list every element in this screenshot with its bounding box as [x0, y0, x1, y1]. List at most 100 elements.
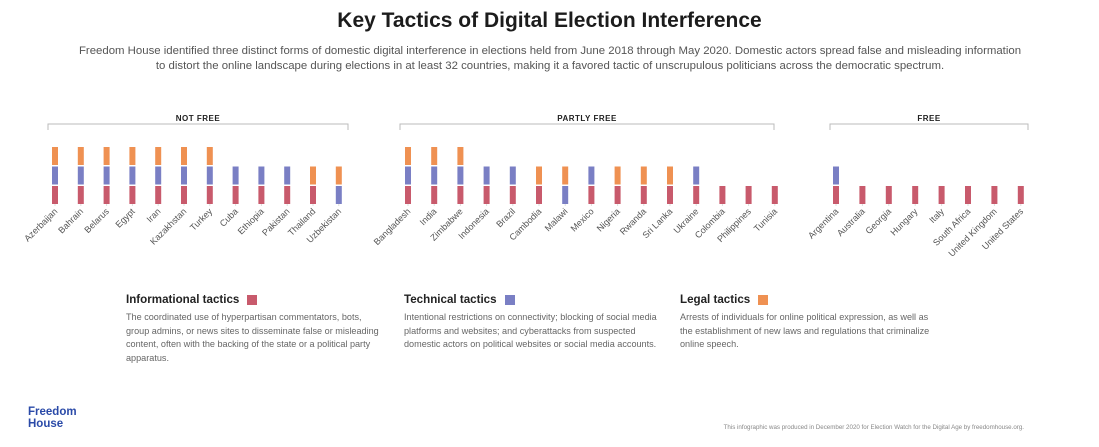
bar-azerbaijan-technical: [52, 166, 58, 185]
bar-egypt-legal: [129, 147, 136, 165]
country-label-turkey: Turkey: [188, 206, 215, 233]
bar-tunisia-informational: [771, 186, 778, 204]
bar-sri-lanka-legal: [667, 166, 673, 185]
freedom-house-logo[interactable]: Freedom House: [28, 406, 77, 430]
legend-technical: Technical tactics Intentional restrictio…: [404, 293, 659, 352]
bar-indonesia-informational: [483, 186, 490, 204]
bar-georgia-informational: [885, 186, 892, 204]
bar-belarus-technical: [103, 166, 110, 185]
bar-mexico-informational: [588, 186, 595, 204]
bar-pakistan-technical: [284, 166, 291, 185]
bar-argentina-technical: [833, 166, 839, 185]
group-label-free: FREE: [917, 114, 941, 123]
country-label-iran: Iran: [145, 206, 163, 224]
country-label-italy: Italy: [927, 206, 946, 225]
legend-legal-swatch: [758, 294, 769, 305]
bar-malawi-legal: [562, 166, 569, 185]
country-label-brazil: Brazil: [494, 206, 517, 229]
bar-colombia-informational: [719, 186, 726, 204]
bar-italy-informational: [938, 186, 945, 204]
bar-bangladesh-legal: [405, 147, 411, 165]
bar-argentina-informational: [833, 186, 839, 204]
bar-bangladesh-informational: [405, 186, 411, 204]
country-label-egypt: Egypt: [113, 206, 137, 230]
bar-azerbaijan-informational: [52, 186, 58, 204]
bar-kazakhstan-legal: [181, 147, 187, 165]
country-label-cuba: Cuba: [218, 206, 240, 228]
bar-kazakhstan-informational: [181, 186, 187, 204]
bar-hungary-informational: [912, 186, 919, 204]
bar-cambodia-legal: [536, 166, 542, 185]
bar-egypt-informational: [129, 186, 136, 204]
bar-bangladesh-technical: [405, 166, 411, 185]
bracket-free: [829, 123, 1029, 130]
legend-technical-swatch: [504, 294, 515, 305]
bar-cuba-technical: [232, 166, 239, 185]
bracket-not-free: [47, 123, 349, 130]
bar-nigeria-legal: [614, 166, 621, 185]
bar-turkey-technical: [206, 166, 213, 185]
group-label-not-free: NOT FREE: [176, 114, 221, 123]
bar-india-informational: [431, 186, 438, 204]
bar-ukraine-technical: [693, 166, 700, 185]
bar-egypt-technical: [129, 166, 136, 185]
bar-ethiopia-informational: [258, 186, 265, 204]
country-label-bangladesh: Bangladesh: [372, 206, 413, 247]
legend-technical-description: Intentional restrictions on connectivity…: [404, 312, 657, 349]
country-label-hungary: Hungary: [888, 206, 919, 237]
legend-informational-description: The coordinated use of hyperpartisan com…: [126, 312, 379, 363]
bar-rwanda-informational: [640, 186, 647, 204]
chart-title: Key Tactics of Digital Election Interfer…: [337, 9, 762, 32]
bar-iran-informational: [155, 186, 162, 204]
group-label-partly-free: PARTLY FREE: [557, 114, 617, 123]
bar-thailand-informational: [310, 186, 316, 204]
country-label-belarus: Belarus: [82, 206, 111, 235]
bar-uzbekistan-legal: [335, 166, 342, 185]
chart-subtitle: Freedom House identified three distinct …: [78, 45, 1022, 72]
bar-rwanda-legal: [640, 166, 647, 185]
bracket-partly-free: [399, 123, 775, 130]
bar-iran-legal: [155, 147, 162, 165]
bar-iran-technical: [155, 166, 162, 185]
bar-sri-lanka-informational: [667, 186, 673, 204]
country-label-malawi: Malawi: [543, 206, 570, 233]
bar-belarus-legal: [103, 147, 110, 165]
bar-ethiopia-technical: [258, 166, 265, 185]
bar-brazil-informational: [509, 186, 516, 204]
bar-bahrain-technical: [77, 166, 84, 185]
bar-zimbabwe-technical: [457, 166, 464, 185]
credit-text: This infographic was produced in Decembe…: [723, 424, 1024, 431]
bar-united-kingdom-informational: [991, 186, 998, 204]
bar-united-states-informational: [1017, 186, 1024, 204]
country-label-india: India: [418, 206, 439, 227]
legend-informational-swatch: [247, 294, 258, 305]
legend-legal: Legal tactics Arrests of individuals for…: [680, 293, 935, 352]
bar-philippines-informational: [745, 186, 752, 204]
legend-informational: Informational tactics The coordinated us…: [126, 293, 381, 365]
bar-indonesia-technical: [483, 166, 490, 185]
bar-india-technical: [431, 166, 438, 185]
bar-azerbaijan-legal: [52, 147, 58, 165]
country-label-bahrain: Bahrain: [56, 206, 85, 235]
logo-line-1: Freedom: [28, 406, 77, 418]
country-label-mexico: Mexico: [569, 206, 596, 233]
country-label-azerbaijan: Azerbaijan: [22, 206, 59, 243]
bar-cuba-informational: [232, 186, 239, 204]
bar-thailand-legal: [310, 166, 316, 185]
bar-bahrain-informational: [77, 186, 84, 204]
country-label-australia: Australia: [835, 206, 867, 238]
bar-zimbabwe-legal: [457, 147, 464, 165]
country-label-tunisia: Tunisia: [752, 206, 779, 233]
bar-bahrain-legal: [77, 147, 84, 165]
legend-legal-description: Arrests of individuals for online politi…: [680, 312, 930, 349]
bar-malawi-technical: [562, 186, 569, 204]
stacked-bar-chart: NOT FREE AzerbaijanBahrainBelarus Egypt Ira…: [22, 114, 1029, 259]
bar-uzbekistan-technical: [335, 186, 342, 204]
bar-turkey-informational: [206, 186, 213, 204]
legend-legal-label: Legal tactics: [680, 293, 751, 306]
logo-line-2: House: [28, 418, 64, 430]
legend-technical-label: Technical tactics: [404, 293, 497, 306]
bar-belarus-informational: [103, 186, 110, 204]
bar-india-legal: [431, 147, 438, 165]
bar-kazakhstan-technical: [181, 166, 187, 185]
